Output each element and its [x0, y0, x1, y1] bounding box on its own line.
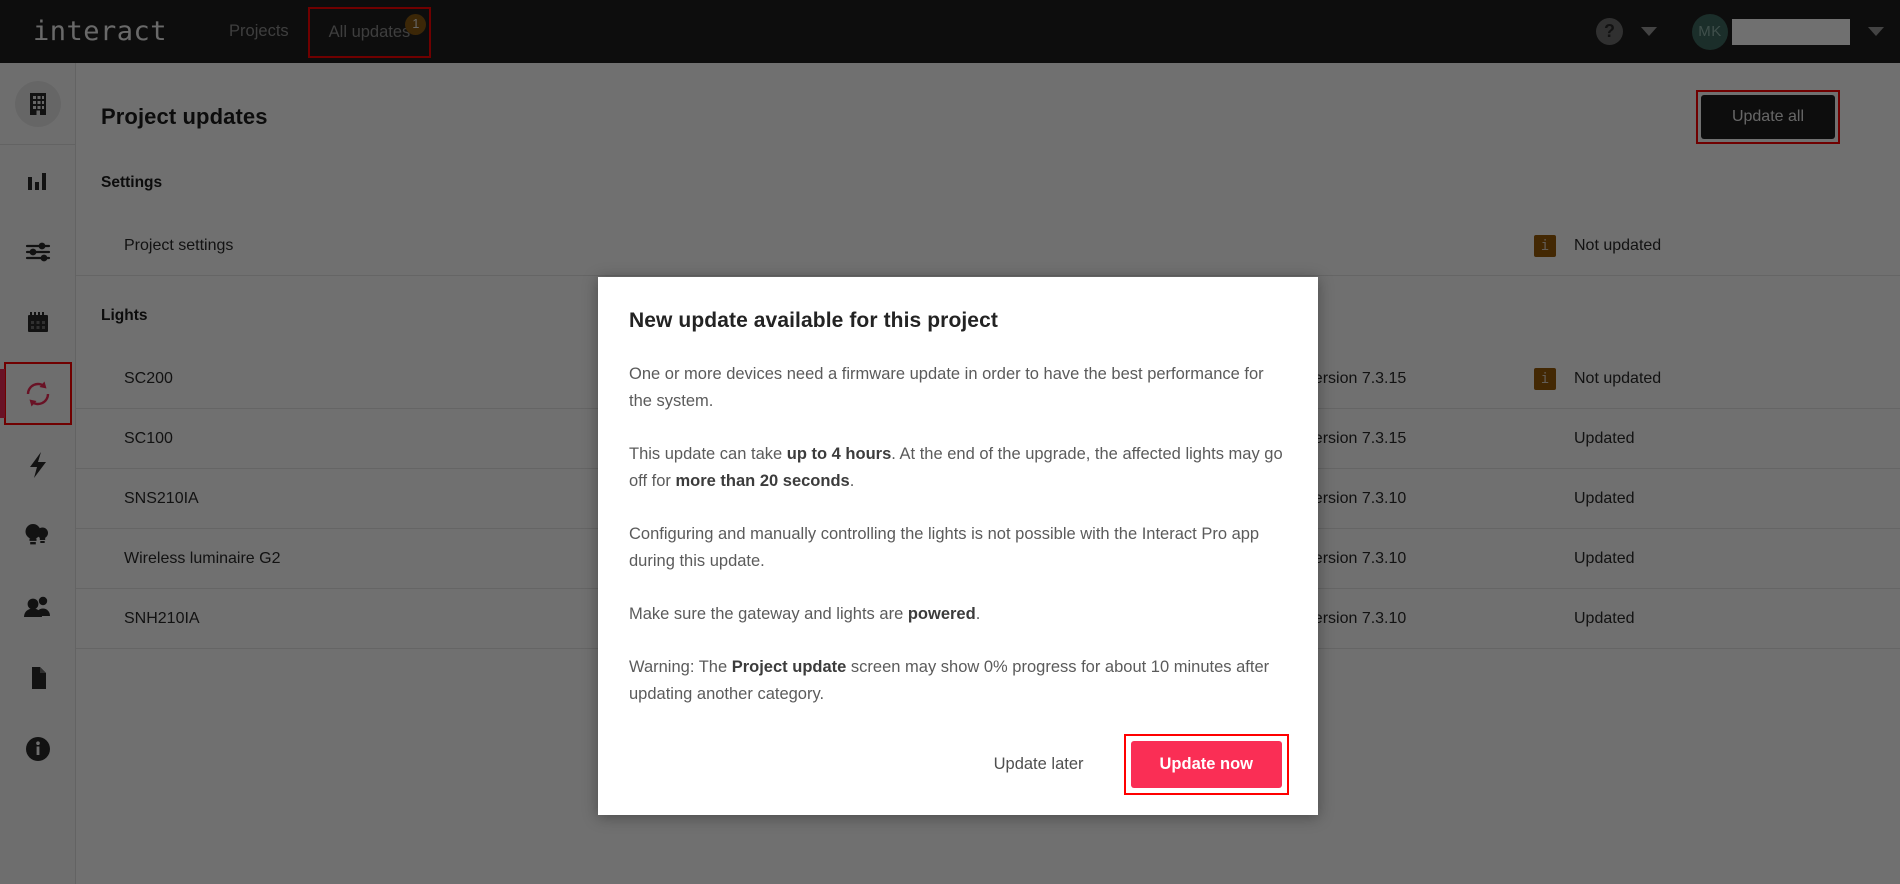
dialog-paragraph-3: Configuring and manually controlling the…	[629, 525, 1260, 570]
dialog-title: New update available for this project	[629, 309, 998, 332]
dialog-paragraph-4: Make sure the gateway and lights are pow…	[629, 605, 981, 623]
update-dialog: New update available for this project On…	[598, 277, 1318, 815]
dialog-actions: Update later Update now	[629, 734, 1289, 795]
dialog-paragraph-2: This update can take up to 4 hours. At t…	[629, 445, 1283, 490]
update-now-highlight: Update now	[1123, 734, 1289, 795]
update-now-button[interactable]: Update now	[1130, 741, 1282, 788]
update-later-button[interactable]: Update later	[976, 743, 1102, 786]
app-root: Project updates Update all Settings Proj…	[0, 0, 1900, 884]
dialog-paragraph-1: One or more devices need a firmware upda…	[629, 365, 1264, 410]
dialog-paragraph-5: Warning: The Project update screen may s…	[629, 658, 1270, 703]
